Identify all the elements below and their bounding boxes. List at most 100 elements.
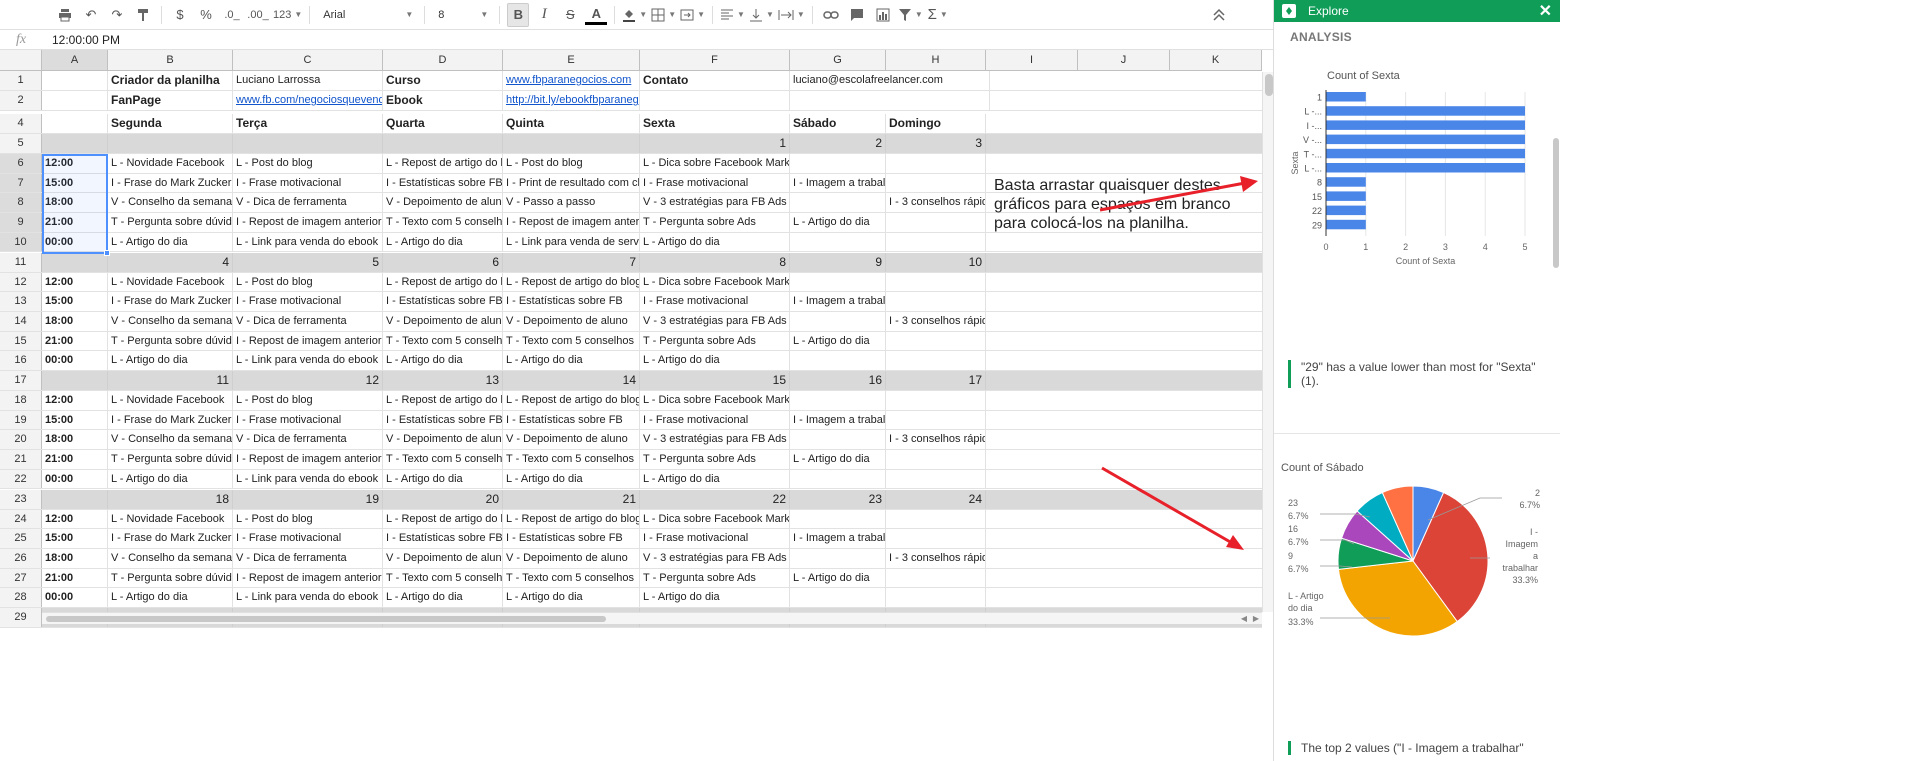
cell-g16[interactable] [790,351,886,370]
cell-f25[interactable]: I - Frase motivacional [640,529,790,548]
row-header[interactable]: 16 [0,351,42,370]
row-header[interactable]: 8 [0,193,42,213]
column-header-k[interactable]: K [1170,50,1262,71]
insert-chart-icon[interactable] [872,3,894,27]
column-header-j[interactable]: J [1078,50,1170,71]
horizontal-scroll-thumb[interactable] [46,616,606,622]
cell-b6[interactable]: L - Novidade Facebook [108,154,233,173]
panel-scroll-thumb[interactable] [1553,138,1559,268]
cell-c12[interactable]: L - Post do blog [233,272,383,292]
row-header[interactable]: 22 [0,469,42,489]
cell-f8[interactable]: V - 3 estratégias para FB Ads [640,193,790,213]
cell-f12[interactable]: L - Dica sobre Facebook Marketing [640,272,790,292]
cell-e5[interactable] [503,134,640,153]
pie-chart[interactable]: Count of Sábado 2 6.7% I - Imagem a trabalhar 3… [1280,460,1550,710]
cell-f14[interactable]: V - 3 estratégias para FB Ads [640,311,790,331]
cell-h24[interactable] [886,509,986,529]
column-header-d[interactable]: D [383,50,503,71]
column-header-e[interactable]: E [503,50,640,71]
row-header[interactable]: 1 [0,71,42,90]
cell-f22[interactable]: L - Artigo do dia [640,469,790,489]
cell-g7[interactable]: I - Imagem a trabalhar [790,173,886,193]
fill-color-icon[interactable]: ▼ [622,3,647,27]
more-formats-button[interactable]: 123 ▼ [273,3,302,27]
cell-a16[interactable]: 00:00 [42,351,108,370]
print-icon[interactable] [54,3,76,27]
row-header[interactable]: 18 [0,391,42,410]
cell-g27[interactable]: L - Artigo do dia [790,568,886,588]
cell-d7[interactable]: I - Estatísticas sobre FB [383,173,503,193]
cell-d17[interactable]: 13 [383,371,503,390]
cell-a19[interactable]: 15:00 [42,410,108,430]
cell-d13[interactable]: I - Estatísticas sobre FB [383,292,503,311]
row-header[interactable]: 11 [0,252,42,272]
cell-a20[interactable]: 18:00 [42,430,108,450]
cell-g18[interactable] [790,391,886,410]
cell-d9[interactable]: T - Texto com 5 conselhos [383,213,503,232]
cell-e6[interactable]: L - Post do blog [503,154,640,173]
cell-f9[interactable]: T - Pergunta sobre Ads [640,213,790,232]
row-header[interactable]: 9 [0,213,42,232]
row-header[interactable]: 13 [0,292,42,311]
row-header[interactable]: 14 [0,311,42,331]
cell-d12[interactable]: L - Repost de artigo do blog [383,272,503,292]
cell-c17[interactable]: 12 [233,371,383,390]
cell-g23[interactable]: 23 [790,489,886,509]
column-header-a[interactable]: A [42,50,108,71]
cell-g21[interactable]: L - Artigo do dia [790,450,886,469]
cell-f23[interactable]: 22 [640,489,790,509]
cell-e14[interactable]: V - Depoimento de aluno [503,311,640,331]
currency-button[interactable]: $ [169,3,191,27]
italic-button[interactable]: I [533,3,555,27]
cell-h11[interactable]: 10 [886,252,986,272]
cell-b28[interactable]: L - Artigo do dia [108,588,233,607]
cell-d5[interactable] [383,134,503,153]
cell-g15[interactable]: L - Artigo do dia [790,331,886,351]
cell-b8[interactable]: V - Conselho da semana [108,193,233,213]
increase-decimal-button[interactable]: .00_ [247,3,269,27]
cell-b10[interactable]: L - Artigo do dia [108,232,233,252]
cell-b24[interactable]: L - Novidade Facebook [108,509,233,529]
cell-e4[interactable]: Quinta [503,114,640,133]
cell-d1[interactable]: Curso [383,71,503,90]
cell-d8[interactable]: V - Depoimento de aluno [383,193,503,213]
cell-e21[interactable]: T - Texto com 5 conselhos [503,450,640,469]
cell-h26[interactable]: I - 3 conselhos rápidos [886,548,986,568]
cell-d10[interactable]: L - Artigo do dia [383,232,503,252]
cell-f27[interactable]: T - Pergunta sobre Ads [640,568,790,588]
row-header[interactable]: 24 [0,509,42,529]
cell-b5[interactable] [108,134,233,153]
paint-format-icon[interactable] [132,3,154,27]
cell-c22[interactable]: L - Link para venda do ebook [233,469,383,489]
cell-c11[interactable]: 5 [233,252,383,272]
cell-d6[interactable]: L - Repost de artigo do blog [383,154,503,173]
cell-e11[interactable]: 7 [503,252,640,272]
cell-f15[interactable]: T - Pergunta sobre Ads [640,331,790,351]
pie-chart-card[interactable]: Count of Sábado 2 6.7% I - Imagem a trabalhar 3… [1280,460,1550,670]
bar-chart-card[interactable]: Count of Sexta 0 1 2 3 4 5 1 L -... I -... V -... T… [1280,56,1550,356]
cell-b25[interactable]: I - Frase do Mark Zuckerberg [108,529,233,548]
percent-button[interactable]: % [195,3,217,27]
cell-d18[interactable]: L - Repost de artigo do blog [383,391,503,410]
cell-h27[interactable] [886,568,986,588]
cell-c18[interactable]: L - Post do blog [233,391,383,410]
cell-h15[interactable] [886,331,986,351]
cell-c4[interactable]: Terça [233,114,383,133]
cell-c6[interactable]: L - Post do blog [233,154,383,173]
close-icon[interactable]: ✕ [1539,1,1552,21]
column-header-h[interactable]: H [886,50,986,71]
cell-d11[interactable]: 6 [383,252,503,272]
cell-a4[interactable] [42,114,108,133]
cell-c9[interactable]: I - Repost de imagem anterior [233,213,383,232]
scroll-right-icon[interactable]: ▶ [1250,613,1262,625]
cell-d27[interactable]: T - Texto com 5 conselhos [383,568,503,588]
font-family-select[interactable]: Arial ▼ [317,3,417,27]
cell-e1[interactable]: www.fbparanegocios.com [503,71,640,90]
cell-g2[interactable] [790,91,990,110]
cell-h8[interactable]: I - 3 conselhos rápidos [886,193,986,213]
cell-b27[interactable]: T - Pergunta sobre dúvidas [108,568,233,588]
cell-a13[interactable]: 15:00 [42,292,108,311]
row-header[interactable]: 15 [0,331,42,351]
row-header[interactable]: 10 [0,232,42,252]
cell-b14[interactable]: V - Conselho da semana [108,311,233,331]
